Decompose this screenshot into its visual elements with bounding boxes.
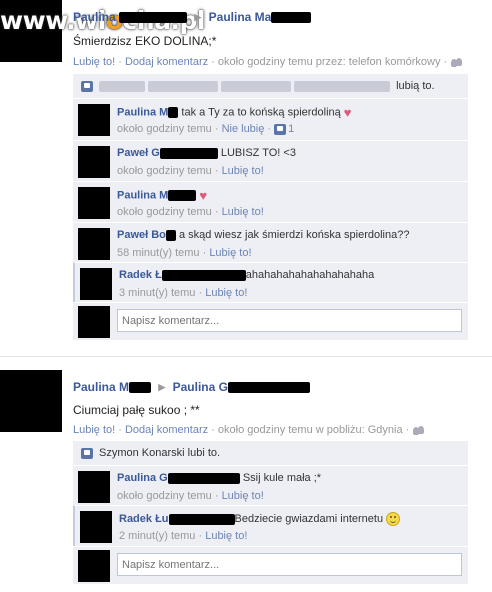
comment-time[interactable]: około godziny temu xyxy=(117,206,212,218)
comment-author[interactable]: Radek Łu xyxy=(119,513,169,525)
heart-icon: ♥ xyxy=(343,105,352,120)
comment: Radek Ł ahahahahahahahahahaha 3 minut(y) … xyxy=(73,262,468,302)
comment: Paulina G Ssij kule mała ;* około godzin… xyxy=(73,465,468,505)
redacted-name xyxy=(161,269,246,281)
comment-time[interactable]: 3 minut(y) temu xyxy=(119,287,195,299)
arrow-right-icon: ▶ xyxy=(194,12,202,22)
comment-avatar[interactable] xyxy=(78,228,110,260)
add-comment-link[interactable]: Dodaj komentarz xyxy=(125,424,208,436)
add-comment-link[interactable]: Dodaj komentarz xyxy=(125,56,208,68)
like-count[interactable]: 1 xyxy=(288,123,294,135)
thumbs-up-icon xyxy=(81,447,93,459)
comment-author[interactable]: Paulina G xyxy=(117,472,168,484)
likes-summary: Szymon Konarski lubi to. xyxy=(73,441,468,465)
arrow-right-icon: ▶ xyxy=(158,382,166,392)
write-comment-box xyxy=(73,302,468,340)
friends-privacy-icon[interactable] xyxy=(413,425,425,435)
post-author-avatar[interactable] xyxy=(0,370,62,432)
smiley-icon xyxy=(386,512,401,526)
post-actions: Lubię to! · Dodaj komentarz · około godz… xyxy=(73,424,425,436)
post-author-link[interactable]: Paulina xyxy=(73,10,116,24)
comment-time[interactable]: około godziny temu xyxy=(117,123,212,135)
blurred-name xyxy=(99,80,145,92)
like-link[interactable]: Lubię to! xyxy=(73,424,115,436)
post-header: Paulina M ▶ Paulina G xyxy=(73,380,310,394)
redacted-name xyxy=(227,382,310,394)
post-actions: Lubię to! · Dodaj komentarz · około godz… xyxy=(73,56,463,68)
post-header: Paulina ▶ Paulina Ma xyxy=(73,10,312,24)
redacted-name xyxy=(159,147,218,159)
unlike-link[interactable]: Nie lubię xyxy=(222,123,265,135)
comment-avatar[interactable] xyxy=(80,268,112,300)
comment-time[interactable]: 58 minut(y) temu xyxy=(117,247,200,259)
post-timestamp[interactable]: około godziny temu w pobliżu: Gdynia xyxy=(218,424,403,436)
redacted-name xyxy=(168,190,197,201)
comment-time[interactable]: około godziny temu xyxy=(117,165,212,177)
friends-privacy-icon[interactable] xyxy=(451,57,463,67)
redacted-name xyxy=(168,513,235,525)
comment-author[interactable]: Paweł G xyxy=(117,147,160,159)
likes-summary: lubią to. xyxy=(73,74,468,98)
comment: Radek Łu Bedziecie gwiazdami internetu 2 … xyxy=(73,505,468,546)
comment-time[interactable]: 2 minut(y) temu xyxy=(119,530,195,542)
comment: Paulina M tak a Ty za to końską spierdol… xyxy=(73,98,468,140)
redacted-name xyxy=(119,12,188,24)
redacted-name xyxy=(165,229,176,241)
write-comment-box xyxy=(73,546,468,584)
likes-suffix: lubią to. xyxy=(396,80,435,92)
comment-text: Ssij kule mała ;* xyxy=(242,472,322,484)
comment-like-link[interactable]: Lubię to! xyxy=(222,165,264,177)
viewer-avatar xyxy=(78,550,110,582)
comment-time[interactable]: około godziny temu xyxy=(117,490,212,502)
comment-text: Bedziecie gwiazdami internetu xyxy=(234,512,384,525)
comment: Paweł Bo a skąd wiesz jak śmierdzi końsk… xyxy=(73,222,468,262)
comment-like-link[interactable]: Lubię to! xyxy=(205,287,247,299)
redacted-name xyxy=(167,472,240,484)
comment-avatar[interactable] xyxy=(78,187,110,219)
comment-like-link[interactable]: Lubię to! xyxy=(209,247,251,259)
comment-avatar[interactable] xyxy=(78,471,110,503)
comment-input[interactable] xyxy=(117,553,462,576)
blurred-name xyxy=(148,80,218,92)
post-timestamp[interactable]: około godziny temu przez: telefon komórk… xyxy=(218,56,441,68)
comment-avatar[interactable] xyxy=(80,511,112,543)
heart-icon: ♥ xyxy=(199,188,208,203)
comment-text: a skąd wiesz jak śmierdzi końska spierdo… xyxy=(178,229,410,241)
comment-text: tak a Ty za to końską spierdoliną xyxy=(181,106,341,119)
comment: Paweł G LUBISZ TO! <3 około godziny temu… xyxy=(73,140,468,181)
post-target-link[interactable]: Paulina Ma xyxy=(209,10,272,24)
comment-like-link[interactable]: Lubię to! xyxy=(222,206,264,218)
comment: Paulina M ♥ około godziny temu · Lubię to… xyxy=(73,181,468,222)
likes-text[interactable]: Szymon Konarski lubi to. xyxy=(99,447,220,459)
comment-input[interactable] xyxy=(117,309,462,332)
post-author-link[interactable]: Paulina M xyxy=(73,380,129,394)
comment-author[interactable]: Paweł Bo xyxy=(117,229,166,241)
redacted-name xyxy=(168,107,179,118)
post-target-link[interactable]: Paulina G xyxy=(173,380,228,394)
redacted-name xyxy=(129,382,152,394)
comment-like-link[interactable]: Lubię to! xyxy=(205,530,247,542)
comment-avatar[interactable] xyxy=(78,104,110,136)
thumbs-up-icon xyxy=(274,123,287,135)
blurred-name xyxy=(294,80,390,92)
comment-author[interactable]: Radek Ł xyxy=(119,269,162,281)
thumbs-up-icon xyxy=(81,80,93,92)
post-message: Śmierdzisz EKO DOLINA;* xyxy=(73,34,217,48)
comment-author[interactable]: Paulina M xyxy=(117,106,168,118)
post-message: Ciumciaj pałę sukoo ; ** xyxy=(73,403,200,417)
post-divider xyxy=(0,356,492,357)
like-link[interactable]: Lubię to! xyxy=(73,56,115,68)
comment-text: ahahahahahahahahahaha xyxy=(245,269,375,281)
viewer-avatar xyxy=(78,306,110,338)
comment-author[interactable]: Paulina M xyxy=(117,189,168,201)
comment-like-link[interactable]: Lubię to! xyxy=(222,490,264,502)
blurred-name xyxy=(221,80,291,92)
comment-text: LUBISZ TO! <3 xyxy=(220,147,296,159)
comment-avatar[interactable] xyxy=(78,146,110,178)
redacted-name xyxy=(271,12,312,24)
